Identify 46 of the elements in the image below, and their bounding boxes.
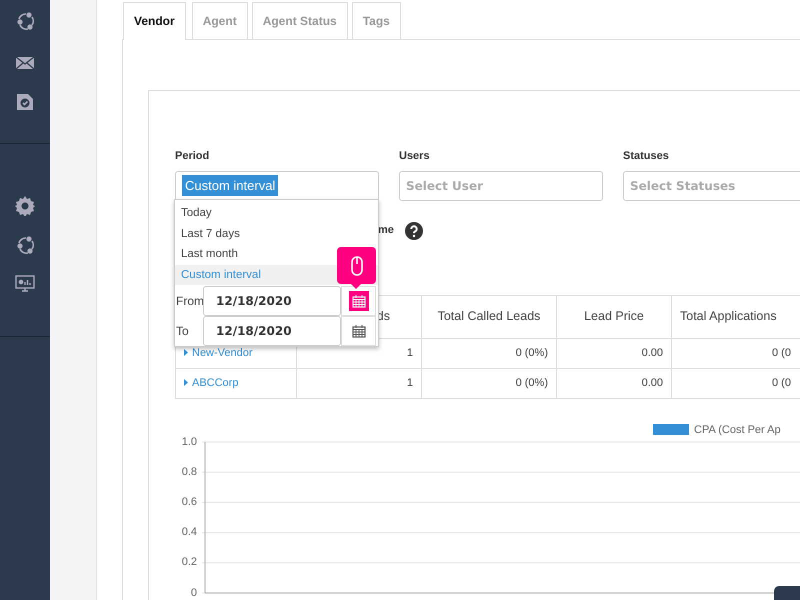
expand-icon[interactable]: [184, 378, 188, 386]
table-cell: 0 (0%): [422, 338, 556, 368]
calendar-button[interactable]: [341, 316, 376, 346]
table-cell: 0.00: [556, 368, 672, 398]
field-label: From: [175, 293, 203, 310]
calendar-icon: [352, 324, 366, 338]
clipboard-check-icon[interactable]: [15, 92, 35, 112]
tick-label: 1.0: [180, 436, 197, 448]
tick-label: 0: [190, 586, 197, 598]
field-label: Statuses: [623, 149, 670, 164]
table-cell: 0 (0%): [422, 368, 556, 398]
column-header: Total Applications: [672, 295, 800, 338]
field-label: Period: [175, 149, 210, 164]
mouse-icon: [350, 256, 362, 276]
table-cell: 1: [296, 368, 422, 398]
tab[interactable]: Agent: [192, 2, 248, 39]
tab[interactable]: Vendor: [123, 2, 186, 40]
column-header: Total Called Leads: [422, 295, 556, 338]
select-field[interactable]: Select User: [399, 170, 603, 200]
select-field[interactable]: Select Statuses: [623, 170, 800, 200]
tick-label: 0.8: [180, 466, 197, 478]
tick-label: 0.2: [180, 556, 197, 568]
gear-icon[interactable]: [15, 196, 35, 216]
field-label: me: [378, 223, 394, 238]
dropdown-option[interactable]: Last month: [175, 244, 378, 264]
share-icon[interactable]: [15, 11, 35, 31]
date-field[interactable]: 12/18/2020: [203, 286, 341, 316]
legend-label: CPA (Cost Per Ap: [694, 422, 781, 438]
share-icon[interactable]: [15, 235, 35, 255]
vendor-link[interactable]: ABCCorp: [184, 376, 238, 389]
date-field[interactable]: 12/18/2020: [203, 316, 341, 346]
dropdown-option[interactable]: Last 7 days: [175, 224, 378, 244]
tab[interactable]: Tags: [352, 2, 401, 39]
field-label: To: [175, 323, 190, 340]
column-header: Lead Price: [556, 295, 672, 338]
dropdown-option[interactable]: Today: [175, 203, 378, 224]
help-icon[interactable]: [404, 222, 423, 240]
table-cell: 0.00: [556, 338, 672, 368]
monitor-chart-icon[interactable]: [15, 274, 35, 294]
tab[interactable]: Agent Status: [252, 2, 348, 39]
calendar-button[interactable]: [341, 286, 376, 316]
tick-label: 0.4: [180, 526, 197, 538]
field-label: Users: [399, 149, 431, 164]
calendar-icon: [348, 291, 368, 311]
expand-icon[interactable]: [184, 348, 188, 356]
tick-label: 0.6: [180, 496, 197, 508]
